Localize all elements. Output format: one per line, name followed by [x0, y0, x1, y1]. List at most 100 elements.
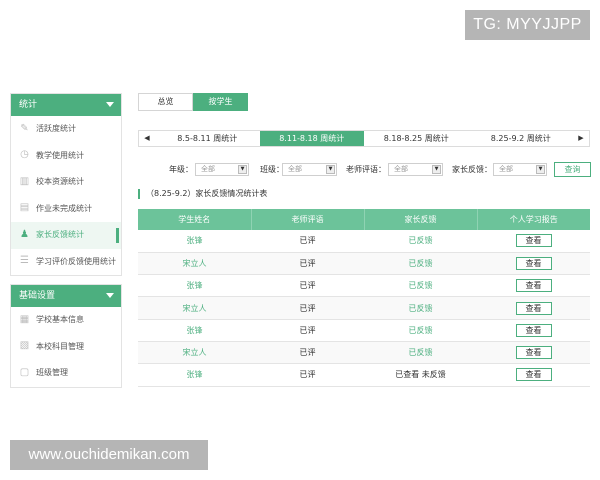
table-row: 张锋 已评 已反馈 查看 [138, 230, 590, 253]
teacher-comment-status: 已评 [251, 274, 364, 298]
student-name: 张锋 [138, 363, 251, 387]
teacher-comment-status: 已评 [251, 363, 364, 387]
parent-feedback-status: 已反馈 [364, 252, 477, 276]
view-report-button[interactable]: 查看 [515, 279, 552, 293]
table-header-row: 学生姓名 老师评语 家长反馈 个人学习报告 [138, 209, 590, 230]
sidebar-item-label: 活跃度统计 [36, 124, 76, 133]
report-cell: 查看 [477, 230, 590, 253]
report-cell: 查看 [477, 363, 590, 387]
watermark-top: TG: MYYJJPP [465, 10, 590, 40]
teacher-comment-status: 已评 [251, 252, 364, 276]
sidebar-item-subjects[interactable]: ▧ 本校科目管理 [11, 334, 121, 361]
table-row: 张锋 已评 已反馈 查看 [138, 319, 590, 342]
feedback-table: 学生姓名 老师评语 家长反馈 个人学习报告 张锋 已评 已反馈 查看 宋立人 已… [138, 209, 590, 387]
chevron-down-icon [106, 102, 114, 107]
student-name: 张锋 [138, 274, 251, 298]
report-cell: 查看 [477, 252, 590, 276]
parent-feedback-status: 已反馈 [364, 230, 477, 253]
class-label: 班级： [260, 165, 284, 174]
dropdown-arrow-icon: ▼ [326, 165, 335, 174]
view-report-button[interactable]: 查看 [515, 301, 552, 315]
week-tab-active[interactable]: 8.11-8.18 周统计 [259, 131, 364, 146]
sidebar-item-school-info[interactable]: ▦ 学校基本信息 [11, 307, 121, 334]
sidebar-item-label: 学习评价反馈使用统计 [36, 256, 116, 266]
parent-feedback-select[interactable]: 全部 ▼ [493, 163, 547, 176]
prev-week-button[interactable]: ◀ [139, 131, 155, 146]
parent-feedback-status: 已查看 未反馈 [364, 363, 477, 387]
view-report-button[interactable]: 查看 [515, 346, 552, 360]
sidebar: 统计 ✎ 活跃度统计 ◷ 教学使用统计 ▥ 校本资源统计 ▤ 作业未完成统计 ♟ 家长反馈… [10, 93, 122, 396]
column-header: 个人学习报告 [477, 209, 590, 230]
column-header: 老师评语 [251, 209, 365, 230]
table-row: 宋立人 已评 已反馈 查看 [138, 296, 590, 320]
teacher-comment-status: 已评 [251, 296, 364, 320]
sidebar-group-settings: 基础设置 ▦ 学校基本信息 ▧ 本校科目管理 ▢ 班级管理 [10, 284, 122, 388]
people-icon: ♟ [20, 228, 29, 240]
report-cell: 查看 [477, 274, 590, 298]
sidebar-group-title: 基础设置 [19, 291, 56, 301]
clock-icon: ◷ [20, 149, 29, 160]
grade-select-value: 全部 [201, 165, 215, 173]
report-cell: 查看 [477, 319, 590, 342]
sidebar-item-label: 校本资源统计 [36, 177, 84, 186]
table-row: 张锋 已评 已查看 未反馈 查看 [138, 363, 590, 387]
chevron-down-icon [106, 293, 114, 298]
sidebar-item-classes[interactable]: ▢ 班级管理 [11, 360, 121, 387]
view-report-button[interactable]: 查看 [515, 256, 552, 270]
grade-select[interactable]: 全部 ▼ [195, 163, 249, 176]
sidebar-item-label: 学校基本信息 [36, 315, 84, 324]
report-cell: 查看 [477, 341, 590, 365]
teacher-comment-value: 全部 [394, 165, 408, 173]
week-tab[interactable]: 8.5-8.11 周统计 [155, 131, 260, 146]
parent-feedback-status: 已反馈 [364, 274, 477, 298]
sidebar-item-parent-feedback[interactable]: ♟ 家长反馈统计 [11, 222, 121, 249]
table-title: （8.25-9.2）家长反馈情况统计表 [138, 189, 267, 199]
view-report-button[interactable]: 查看 [515, 323, 552, 337]
sidebar-item-resource[interactable]: ▥ 校本资源统计 [11, 169, 121, 196]
tab-overview[interactable]: 总览 [138, 93, 193, 111]
teacher-comment-status: 已评 [251, 230, 364, 253]
sidebar-item-homework[interactable]: ▤ 作业未完成统计 [11, 196, 121, 223]
student-name: 张锋 [138, 319, 251, 342]
week-selector: ◀ 8.5-8.11 周统计 8.11-8.18 周统计 8.18-8.25 周… [138, 130, 590, 147]
parent-feedback-value: 全部 [499, 165, 513, 173]
query-button[interactable]: 查询 [554, 162, 591, 177]
next-week-button[interactable]: ▶ [573, 131, 589, 146]
report-cell: 查看 [477, 296, 590, 320]
column-header: 家长反馈 [364, 209, 478, 230]
column-header: 学生姓名 [138, 209, 252, 230]
sidebar-group-stats: 统计 ✎ 活跃度统计 ◷ 教学使用统计 ▥ 校本资源统计 ▤ 作业未完成统计 ♟ 家长反馈… [10, 93, 122, 276]
parent-feedback-status: 已反馈 [364, 319, 477, 342]
sidebar-item-evaluation[interactable]: ☰ 学习评价反馈使用统计 [11, 249, 121, 276]
parent-feedback-status: 已反馈 [364, 341, 477, 365]
table-row: 宋立人 已评 已反馈 查看 [138, 252, 590, 276]
teacher-comment-status: 已评 [251, 319, 364, 342]
building-icon: ▦ [19, 313, 30, 325]
teacher-comment-label: 老师评语： [346, 165, 386, 174]
table-row: 张锋 已评 已反馈 查看 [138, 274, 590, 298]
table-row: 宋立人 已评 已反馈 查看 [138, 341, 590, 365]
pencil-icon: ✎ [20, 122, 29, 134]
list-icon: ☰ [20, 255, 29, 266]
sidebar-item-activity[interactable]: ✎ 活跃度统计 [11, 116, 121, 143]
class-icon: ▢ [19, 366, 30, 378]
sidebar-item-label: 班级管理 [36, 368, 68, 377]
week-tab[interactable]: 8.18-8.25 周统计 [364, 131, 469, 146]
student-name: 宋立人 [138, 252, 251, 276]
view-report-button[interactable]: 查看 [515, 234, 552, 248]
sidebar-item-teaching-usage[interactable]: ◷ 教学使用统计 [11, 143, 121, 170]
teacher-comment-select[interactable]: 全部 ▼ [388, 163, 443, 176]
parent-feedback-status: 已反馈 [364, 296, 477, 320]
view-report-button[interactable]: 查看 [515, 368, 552, 382]
tab-by-student[interactable]: 按学生 [193, 93, 248, 111]
class-select-value: 全部 [288, 165, 302, 173]
class-select[interactable]: 全部 ▼ [282, 163, 337, 176]
sidebar-group-header-stats[interactable]: 统计 [11, 94, 121, 116]
week-tab[interactable]: 8.25-9.2 周统计 [469, 131, 574, 146]
grade-label: 年级： [169, 165, 193, 174]
dropdown-arrow-icon: ▼ [432, 165, 441, 174]
sidebar-group-header-settings[interactable]: 基础设置 [11, 285, 121, 307]
sidebar-item-label: 作业未完成统计 [36, 203, 92, 213]
teacher-comment-status: 已评 [251, 341, 364, 365]
dropdown-arrow-icon: ▼ [536, 165, 545, 174]
